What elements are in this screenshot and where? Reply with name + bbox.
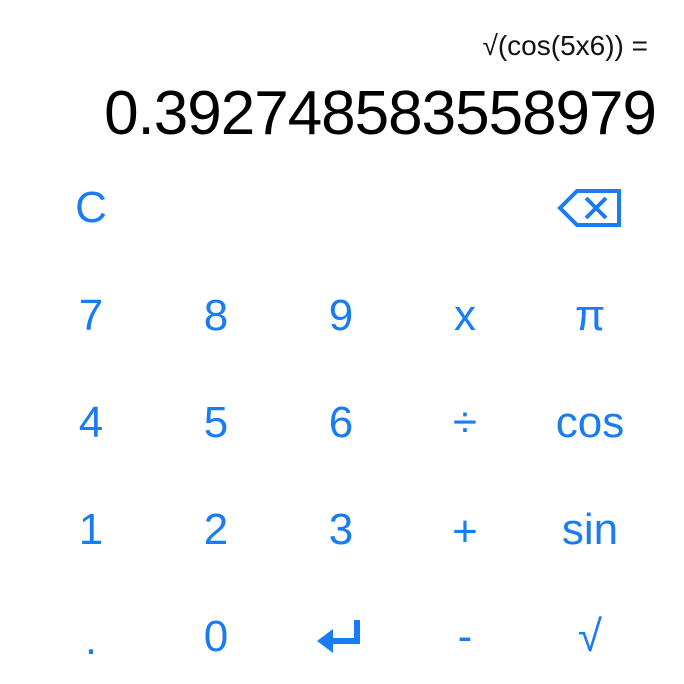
enter-button[interactable] (291, 597, 391, 677)
divide-button[interactable]: ÷ (415, 383, 515, 463)
backspace-icon (557, 189, 621, 227)
digit-1-button[interactable]: 1 (41, 490, 141, 570)
digit-3-button[interactable]: 3 (291, 490, 391, 570)
result-display: 0.392748583558979 (104, 79, 657, 148)
pi-button[interactable]: π (540, 276, 640, 356)
digit-6-button[interactable]: 6 (291, 383, 391, 463)
digit-9-button[interactable]: 9 (291, 276, 391, 356)
digit-4-button[interactable]: 4 (41, 383, 141, 463)
plus-button[interactable]: + (415, 492, 515, 572)
clear-button[interactable]: C (41, 168, 141, 248)
digit-2-button[interactable]: 2 (166, 490, 266, 570)
sqrt-button[interactable]: √ (540, 597, 640, 677)
sin-button[interactable]: sin (540, 490, 640, 570)
digit-5-button[interactable]: 5 (166, 383, 266, 463)
expression-display: √(cos(5x6)) = (482, 30, 648, 61)
digit-7-button[interactable]: 7 (41, 276, 141, 356)
minus-button[interactable]: - (415, 597, 515, 677)
digit-0-button[interactable]: 0 (166, 597, 266, 677)
backspace-button[interactable] (540, 168, 640, 248)
cos-button[interactable]: cos (540, 383, 640, 463)
digit-8-button[interactable]: 8 (166, 276, 266, 356)
return-arrow-icon (317, 620, 360, 653)
multiply-button[interactable]: x (415, 276, 515, 356)
decimal-point-button[interactable]: . (41, 600, 141, 680)
